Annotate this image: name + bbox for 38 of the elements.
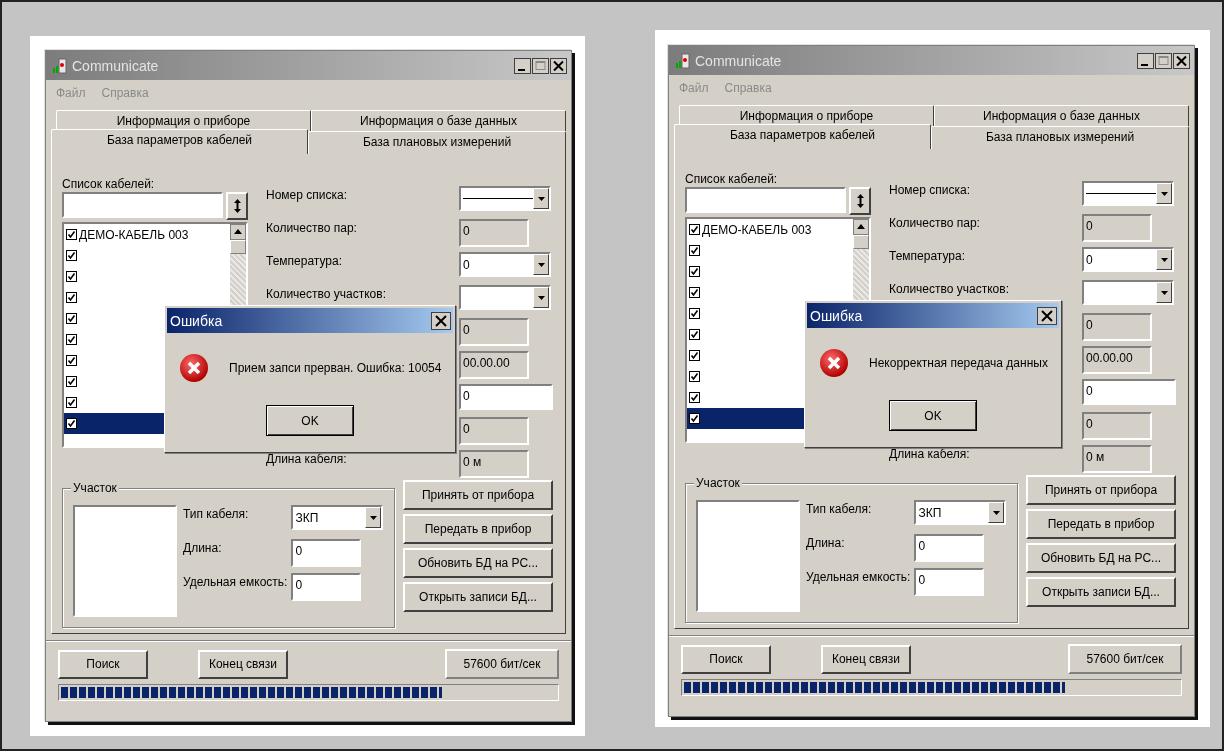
field-label: Удельная емкость: [806, 569, 911, 586]
readonly-field: 00.00.00 [1082, 346, 1152, 374]
field-label: Список кабелей: [62, 177, 156, 191]
speed-indicator: 57600 бит/сек [1068, 644, 1182, 674]
window-title: Communicate [72, 57, 160, 74]
field-label: Температура: [889, 249, 965, 263]
field-label: Список кабелей: [685, 172, 779, 186]
readonly-field: 0 [1082, 313, 1152, 341]
field-label: Номер списка: [266, 188, 347, 202]
field-label: Номер списка: [889, 183, 970, 197]
readonly-field: 00.00.00 [459, 351, 529, 379]
readonly-field: 0 м [1082, 445, 1152, 473]
field-label: Длина кабеля: [889, 447, 970, 461]
field-label: Количество пар: [266, 221, 357, 235]
field-label: Длина: [806, 535, 846, 552]
readonly-field: 0 [459, 417, 529, 445]
field-label: Тип кабеля: [183, 506, 250, 523]
readonly-field: 0 [1082, 412, 1152, 440]
field-label: Температура: [266, 254, 342, 268]
field-label: Количество участков: [889, 282, 1009, 296]
readonly-field: 0 [1082, 214, 1152, 242]
field-label: Удельная емкость: [183, 574, 288, 591]
field-label: Количество участков: [266, 287, 386, 301]
dialog-title: Ошибка [170, 312, 224, 329]
dialog-title: Ошибка [810, 307, 864, 324]
group-title: Участок [694, 476, 742, 490]
field-label: Количество пар: [889, 216, 980, 230]
field-label: Тип кабеля: [806, 501, 873, 518]
readonly-field: 0 [459, 219, 529, 247]
error-message: Прием запси прерван. Ошибка: 10054 [229, 361, 442, 375]
window-title: Communicate [695, 52, 783, 69]
readonly-field: 0 м [459, 450, 529, 478]
error-message: Некорректная передача данных [869, 356, 1048, 370]
readonly-field: 0 [459, 318, 529, 346]
field-label: Длина: [183, 540, 223, 557]
field-label: Длина кабеля: [266, 452, 347, 466]
group-title: Участок [71, 481, 119, 495]
speed-indicator: 57600 бит/сек [445, 649, 559, 679]
